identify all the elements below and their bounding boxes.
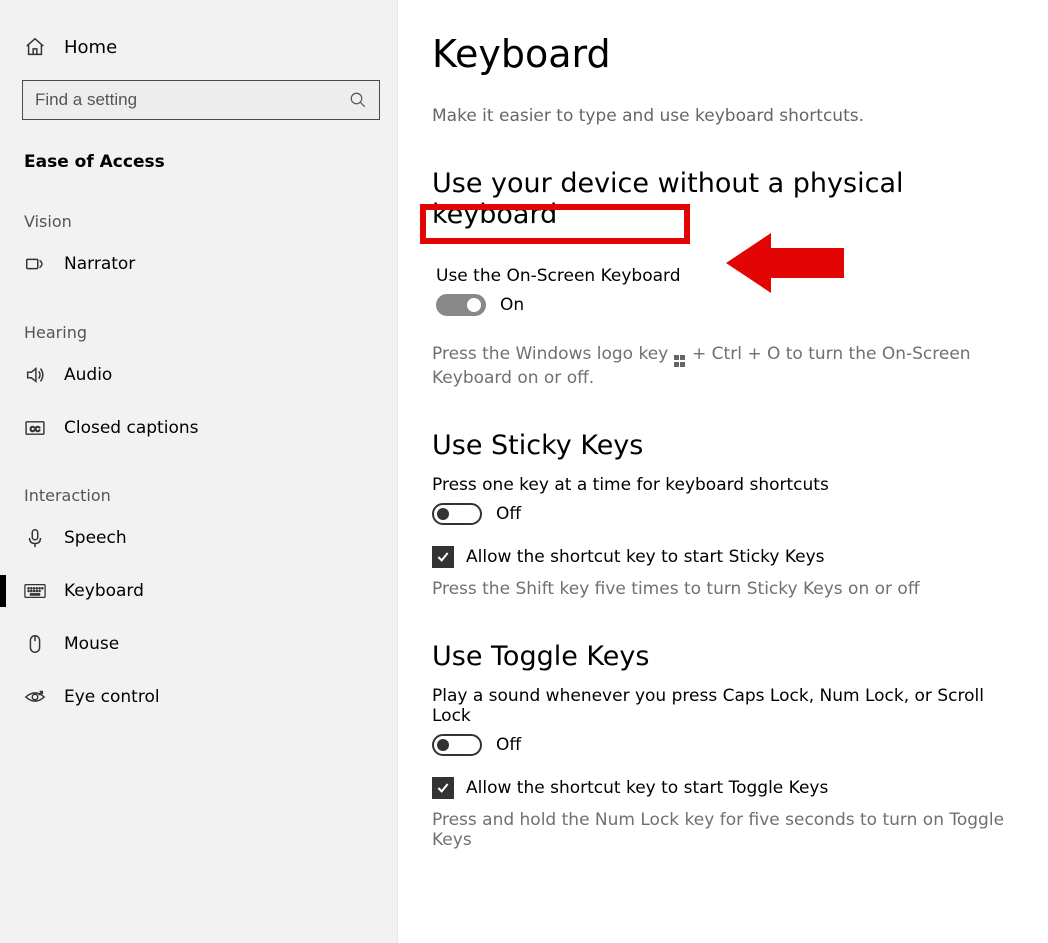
page-title: Keyboard <box>432 32 1012 76</box>
sidebar-group-vision: Vision <box>0 206 397 237</box>
windows-logo-icon <box>674 355 687 368</box>
mouse-icon <box>24 633 46 655</box>
sticky-toggle-state: Off <box>496 504 521 524</box>
togglekeys-toggle[interactable] <box>432 734 482 756</box>
togglekeys-note: Press and hold the Num Lock key for five… <box>432 810 1012 850</box>
svg-text:CC: CC <box>30 426 40 434</box>
section-heading: Use Toggle Keys <box>432 641 1012 672</box>
sticky-note: Press the Shift key five times to turn S… <box>432 579 1012 599</box>
sidebar-group-interaction: Interaction <box>0 480 397 511</box>
togglekeys-shortcut-label: Allow the shortcut key to start Toggle K… <box>466 778 828 798</box>
sidebar-item-mouse[interactable]: Mouse <box>0 617 397 671</box>
sidebar-item-label: Eye control <box>64 687 160 707</box>
sidebar-item-keyboard[interactable]: Keyboard <box>0 565 397 617</box>
osk-hint: Press the Windows logo key + Ctrl + O to… <box>432 344 1012 388</box>
sidebar: Home Ease of Access Vision Narrator Hear… <box>0 0 398 943</box>
sidebar-item-label: Speech <box>64 528 127 548</box>
sticky-shortcut-checkbox[interactable] <box>432 546 454 568</box>
sidebar-item-label: Mouse <box>64 634 119 654</box>
sticky-toggle[interactable] <box>432 503 482 525</box>
section-heading: Use your device without a physical keybo… <box>432 168 1012 230</box>
sidebar-item-label: Narrator <box>64 254 135 274</box>
togglekeys-shortcut-checkbox[interactable] <box>432 777 454 799</box>
narrator-icon <box>24 253 46 275</box>
sticky-shortcut-label: Allow the shortcut key to start Sticky K… <box>466 547 825 567</box>
sidebar-home-label: Home <box>64 37 117 58</box>
togglekeys-toggle-state: Off <box>496 735 521 755</box>
osk-label: Use the On-Screen Keyboard <box>436 266 1012 286</box>
sidebar-group-hearing: Hearing <box>0 317 397 348</box>
page-subtitle: Make it easier to type and use keyboard … <box>432 106 1012 126</box>
sidebar-item-label: Audio <box>64 365 112 385</box>
audio-icon <box>24 364 46 386</box>
microphone-icon <box>24 527 46 549</box>
sidebar-item-home[interactable]: Home <box>0 24 397 70</box>
eye-control-icon <box>24 688 46 706</box>
search-input[interactable] <box>22 80 380 120</box>
sidebar-item-label: Keyboard <box>64 581 144 601</box>
search-wrap <box>22 80 379 120</box>
osk-toggle[interactable] <box>436 294 486 316</box>
section-heading: Use Sticky Keys <box>432 430 1012 461</box>
togglekeys-desc: Play a sound whenever you press Caps Loc… <box>432 686 1012 726</box>
osk-toggle-state: On <box>500 295 524 315</box>
search-icon[interactable] <box>349 91 367 109</box>
sidebar-item-eye-control[interactable]: Eye control <box>0 671 397 723</box>
sidebar-category-title: Ease of Access <box>0 138 397 180</box>
closed-captions-icon: CC <box>24 420 46 436</box>
sidebar-item-closed-captions[interactable]: CC Closed captions <box>0 402 397 454</box>
sticky-desc: Press one key at a time for keyboard sho… <box>432 475 1012 495</box>
home-icon <box>24 36 46 58</box>
sidebar-item-narrator[interactable]: Narrator <box>0 237 397 291</box>
sidebar-item-label: Closed captions <box>64 418 198 438</box>
sidebar-item-speech[interactable]: Speech <box>0 511 397 565</box>
sidebar-item-audio[interactable]: Audio <box>0 348 397 402</box>
keyboard-icon <box>24 583 46 599</box>
main-content: Keyboard Make it easier to type and use … <box>398 0 1048 943</box>
